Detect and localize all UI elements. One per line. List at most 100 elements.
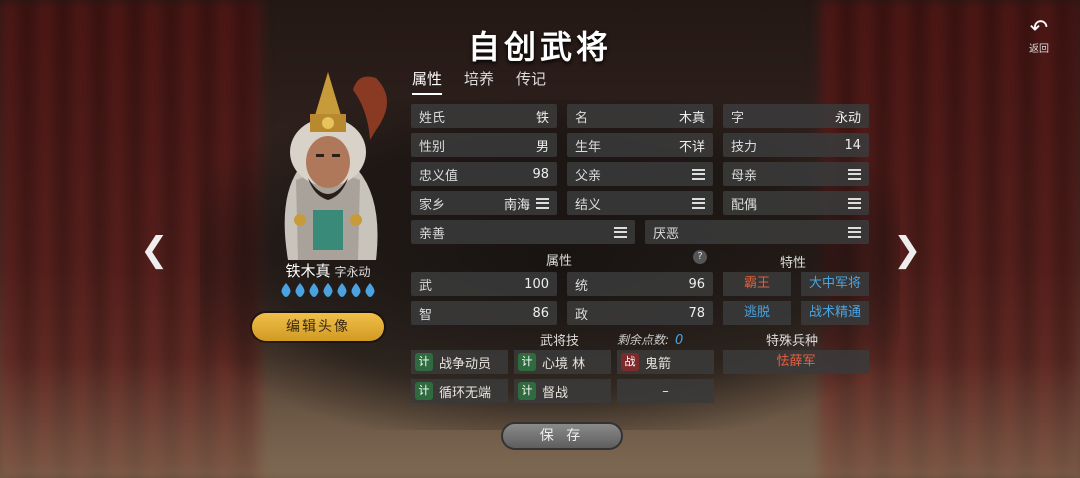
rating-drops — [258, 283, 398, 297]
water-drop-icon — [295, 283, 305, 297]
skill-slot[interactable]: 计督战 — [514, 379, 611, 403]
attr-cell-wu: 武 100 — [411, 272, 557, 296]
info-cell-gender[interactable]: 性别 男 — [411, 133, 557, 157]
info-key: 技力 — [731, 139, 758, 155]
remaining-points-label: 剩余点数: — [617, 333, 670, 347]
info-value-wrap: 98 — [532, 167, 549, 182]
info-key: 结义 — [575, 197, 602, 213]
list-menu-icon[interactable] — [848, 168, 861, 180]
info-cell-mother[interactable]: 母亲 — [723, 162, 869, 186]
attr-cell-tong: 统 96 — [567, 272, 713, 296]
trait-dazhongjunjiang[interactable]: 大中军将 — [801, 272, 869, 296]
prev-arrow-icon[interactable]: ❮ — [140, 230, 169, 270]
info-value-wrap — [686, 197, 705, 209]
water-drop-icon — [281, 283, 291, 297]
back-label: 返回 — [1029, 44, 1049, 55]
info-cell-loyalty[interactable]: 忠义值 98 — [411, 162, 557, 186]
info-value-wrap: 永动 — [835, 107, 861, 126]
next-arrow-icon[interactable]: ❯ — [893, 230, 922, 270]
info-key: 名 — [575, 110, 589, 126]
info-cell-birth-year[interactable]: 生年 不详 — [567, 133, 713, 157]
info-value-wrap — [842, 168, 861, 180]
info-value-wrap: 铁 — [536, 107, 549, 126]
info-cell-sworn-sibling[interactable]: 结义 — [567, 191, 713, 215]
list-menu-icon[interactable] — [692, 197, 705, 209]
info-value-wrap — [686, 168, 705, 180]
attr-value: 96 — [688, 276, 705, 292]
info-value-wrap: 南海 — [504, 194, 549, 213]
info-value-wrap — [608, 226, 627, 238]
info-key: 配偶 — [731, 197, 758, 213]
skill-slot[interactable]: 计循环无端 — [411, 379, 508, 403]
attr-key: 武 — [419, 278, 433, 294]
skill-slot[interactable]: 计战争动员 — [411, 350, 508, 374]
info-cell-spouse[interactable]: 配偶 — [723, 191, 869, 215]
skill-label: – — [662, 383, 669, 399]
tab-attributes[interactable]: 属性 — [412, 68, 443, 95]
attr-cell-zheng: 政 78 — [567, 301, 713, 325]
skill-label: 督战 — [542, 385, 569, 401]
info-key: 父亲 — [575, 168, 602, 184]
info-cell-given-name[interactable]: 名 木真 — [567, 104, 713, 128]
info-cell-hometown[interactable]: 家乡 南海 — [411, 191, 557, 215]
skill-type-badge: 计 — [415, 353, 433, 371]
list-menu-icon[interactable] — [614, 226, 627, 238]
remaining-points: 剩余点数: 0 — [617, 331, 683, 348]
trait-bawang[interactable]: 霸王 — [723, 272, 791, 296]
info-cell-father[interactable]: 父亲 — [567, 162, 713, 186]
skill-type-badge: 战 — [621, 353, 639, 371]
general-name: 铁木真 — [285, 262, 331, 280]
info-key: 家乡 — [419, 197, 446, 213]
info-cell-skill-power[interactable]: 技力 14 — [723, 133, 869, 157]
tab-biography[interactable]: 传记 — [516, 68, 546, 95]
info-key: 姓氏 — [419, 110, 446, 126]
info-value-wrap: 男 — [536, 136, 549, 155]
remaining-points-value: 0 — [675, 333, 684, 348]
info-value-wrap — [842, 197, 861, 209]
list-menu-icon[interactable] — [692, 168, 705, 180]
info-value: 南海 — [503, 197, 530, 213]
info-key: 厌恶 — [653, 226, 680, 242]
info-value-wrap: 不详 — [679, 136, 705, 155]
save-button[interactable]: 保 存 — [501, 422, 623, 450]
info-key: 忠义值 — [419, 168, 459, 184]
list-menu-icon[interactable] — [536, 197, 549, 209]
skill-type-badge: 计 — [518, 382, 536, 400]
attr-value: 100 — [524, 276, 549, 292]
skills-heading: 武将技 — [540, 334, 580, 349]
skill-label: 循环无端 — [439, 385, 492, 401]
trait-taotuo[interactable]: 逃脱 — [723, 301, 791, 325]
list-menu-icon[interactable] — [848, 226, 861, 238]
attr-value: 78 — [688, 305, 705, 321]
attr-key: 智 — [419, 307, 433, 323]
edit-portrait-button[interactable]: 编辑头像 — [252, 313, 384, 341]
trait-zhanshujingtong[interactable]: 战术精通 — [801, 301, 869, 325]
info-cell-disliked[interactable]: 厌恶 — [645, 220, 869, 244]
info-cell-courtesy-name[interactable]: 字 永动 — [723, 104, 869, 128]
skill-type-badge: 计 — [415, 382, 433, 400]
info-cell-surname[interactable]: 姓氏 铁 — [411, 104, 557, 128]
info-cell-liked[interactable]: 亲善 — [411, 220, 635, 244]
skill-type-badge: 计 — [518, 353, 536, 371]
special-troop-slot[interactable]: 怯薛军 — [723, 350, 869, 374]
info-value: 14 — [844, 137, 861, 153]
info-value-wrap — [842, 226, 861, 238]
list-menu-icon[interactable] — [848, 197, 861, 209]
water-drop-icon — [337, 283, 347, 297]
attr-value: 86 — [532, 305, 549, 321]
special-troop-heading: 特殊兵种 — [766, 334, 819, 349]
back-button[interactable]: ↶ 返回 — [1016, 18, 1062, 56]
help-icon[interactable]: ? — [693, 250, 707, 264]
info-key: 亲善 — [419, 226, 446, 242]
info-value: 木真 — [678, 110, 705, 126]
info-value: 不详 — [678, 139, 705, 155]
skill-slot[interactable]: 计心境 林 — [514, 350, 611, 374]
info-key: 性别 — [419, 139, 446, 155]
info-value-wrap: 木真 — [679, 107, 705, 126]
skill-slot[interactable]: 战鬼箭 — [617, 350, 714, 374]
skill-slot-empty[interactable]: – — [617, 379, 714, 403]
tab-training[interactable]: 培养 — [464, 68, 494, 95]
attr-key: 统 — [575, 278, 589, 294]
attributes-heading: 属性 — [546, 254, 573, 269]
general-courtesy-name: 字永动 — [334, 265, 371, 279]
